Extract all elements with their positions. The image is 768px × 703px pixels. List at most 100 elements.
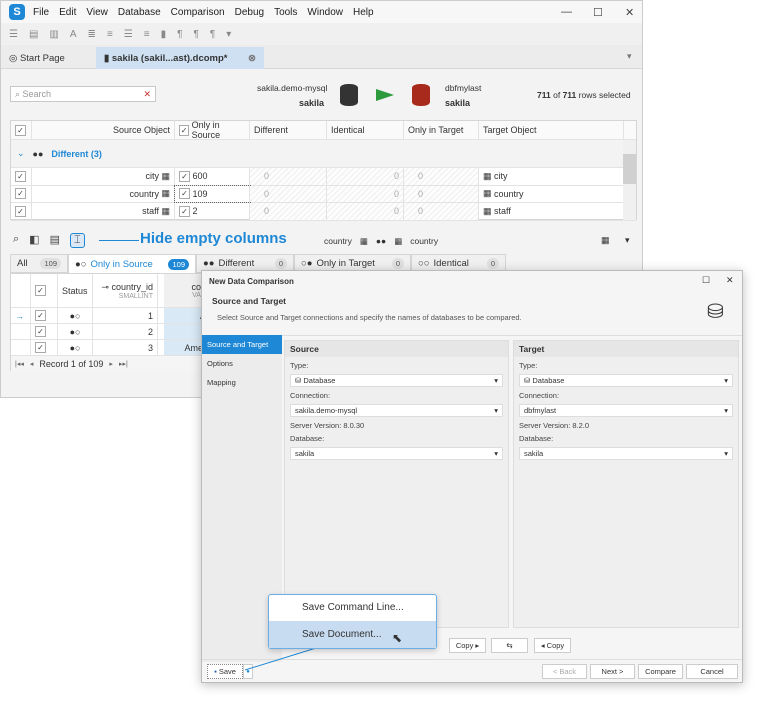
toolbar-icon[interactable]: ≣	[88, 29, 96, 40]
table-row[interactable]: ✓ city ▦ ✓ 600 0 0 0 ▦ city	[11, 168, 636, 186]
panel-icon[interactable]: ◧	[29, 233, 39, 248]
menu-item-save-document[interactable]: Save Document...	[269, 621, 436, 648]
record-checkbox[interactable]: ✓	[35, 326, 46, 337]
target-connection-select[interactable]: dbfmylast ▾	[519, 404, 733, 417]
close-tab-icon[interactable]: ⊗	[248, 53, 256, 64]
header-identical[interactable]: Identical	[327, 121, 404, 139]
toolbar-icon[interactable]: ≡	[144, 29, 150, 40]
collapse-chevron-icon[interactable]: ⌄	[17, 148, 25, 159]
select-value: sakila	[524, 449, 544, 458]
swap-button[interactable]: ⇆	[491, 638, 528, 653]
target-type-select[interactable]: ⛁ Database ▾	[519, 374, 733, 387]
source-type-select[interactable]: ⛁ Database ▾	[290, 374, 503, 387]
menu-comparison[interactable]: Comparison	[171, 7, 225, 18]
close-icon[interactable]: ✕	[625, 6, 634, 19]
toolbar-icon[interactable]: ¶	[210, 29, 215, 40]
server-version: Server Version: 8.2.0	[519, 421, 590, 430]
tab-list-chevron-icon[interactable]: ▾	[627, 51, 632, 62]
record-checkbox[interactable]: ✓	[35, 342, 46, 353]
nav-options[interactable]: Options	[202, 354, 282, 373]
menu-database[interactable]: Database	[118, 7, 161, 18]
record-row[interactable]: → ✓ ●○ 1 A	[11, 308, 211, 324]
menu-item-save-command-line[interactable]: Save Command Line...	[269, 595, 436, 621]
tab-comparison[interactable]: ▮ sakila (sakil...ast).dcomp* ⊗	[96, 47, 264, 69]
record-checkbox[interactable]: ✓	[35, 310, 46, 321]
header-different[interactable]: Different	[250, 121, 327, 139]
header-country-id[interactable]: ⊸ country_id SMALLINT	[93, 274, 158, 307]
only-source-checkbox[interactable]: ✓	[179, 205, 190, 217]
menu-help[interactable]: Help	[353, 7, 374, 18]
row-checkbox[interactable]: ✓	[15, 188, 26, 200]
toolbar-icon[interactable]: ¶	[177, 29, 182, 40]
save-button[interactable]: ▪ Save	[207, 664, 243, 679]
group-row[interactable]: ⌄ ●● Different (3)	[11, 140, 636, 168]
tab-label: All	[17, 258, 28, 269]
select-all-checkbox[interactable]: ✓	[15, 124, 26, 136]
row-checkbox[interactable]: ✓	[15, 170, 26, 182]
last-record-icon[interactable]: ▸▸|	[119, 360, 128, 368]
table-icon: ▦	[161, 205, 170, 216]
maximize-icon[interactable]: ☐	[702, 275, 710, 286]
header-only-in-source[interactable]: Only in Source	[192, 120, 245, 140]
vertical-scrollbar[interactable]	[623, 140, 636, 220]
next-record-icon[interactable]: ▸	[109, 360, 113, 368]
table-row[interactable]: ✓ staff ▦ ✓ 2 0 0 0 ▦ staff	[11, 203, 636, 221]
menu-window[interactable]: Window	[307, 7, 343, 18]
bookmark-icon[interactable]: ▮	[161, 29, 167, 40]
header-status[interactable]: Status	[58, 274, 93, 307]
cancel-button[interactable]: Cancel	[686, 664, 738, 679]
only-source-checkbox[interactable]: ✓	[179, 188, 190, 200]
toolbar-icon[interactable]: ☰	[9, 29, 18, 40]
record-row[interactable]: ✓ ●○ 3 Amer	[11, 340, 211, 356]
minimize-icon[interactable]: —	[561, 6, 572, 18]
next-button[interactable]: Next >	[590, 664, 635, 679]
toolbar-icon[interactable]: ¶	[193, 29, 198, 40]
select-all-records-checkbox[interactable]: ✓	[35, 285, 46, 296]
clear-search-icon[interactable]: ✕	[143, 89, 151, 100]
tab-all[interactable]: All 109	[10, 254, 68, 273]
copy-to-target-button[interactable]: Copy ▸	[449, 638, 486, 653]
search-input[interactable]: ⌕ Search ✕	[10, 86, 156, 102]
close-icon[interactable]: ✕	[726, 275, 734, 286]
columns-icon[interactable]: ▤	[50, 233, 60, 248]
toolbar-icon[interactable]: A	[70, 29, 77, 40]
source-database-select[interactable]: sakila ▾	[290, 447, 503, 460]
nav-mapping[interactable]: Mapping	[202, 373, 282, 392]
find-icon[interactable]: ⌕	[13, 233, 19, 248]
country-id: 1	[93, 308, 158, 323]
toolbar: ☰ ▤ ▥ A ≣ ≡ ☰ ≡ ▮ ¶ ¶ ¶ ▾	[1, 23, 642, 45]
toolbar-icon[interactable]: ≡	[107, 29, 113, 40]
chevron-down-icon[interactable]: ▾	[226, 29, 231, 40]
tab-only-in-source[interactable]: ●○ Only in Source 109	[68, 254, 196, 273]
compare-button[interactable]: Compare	[638, 664, 683, 679]
record-row[interactable]: ✓ ●○ 2	[11, 324, 211, 340]
toolbar-icon[interactable]: ☰	[124, 29, 133, 40]
tab-start-page[interactable]: ◎ Start Page	[1, 47, 95, 69]
header-target-object[interactable]: Target Object	[479, 121, 624, 139]
menu-file[interactable]: File	[33, 7, 49, 18]
grid-options-icon[interactable]: ▦	[601, 235, 610, 246]
first-record-icon[interactable]: |◂◂	[15, 360, 24, 368]
hide-empty-columns-button[interactable]: ⌶	[69, 233, 85, 248]
toolbar-icon[interactable]: ▥	[49, 29, 58, 40]
maximize-icon[interactable]: ☐	[593, 6, 603, 19]
table-row[interactable]: ✓ country ▦ ✓ 109 0 0 0 ▦ country	[11, 184, 636, 203]
header-only-in-target[interactable]: Only in Target	[404, 121, 479, 139]
back-button[interactable]: < Back	[542, 664, 587, 679]
only-source-checkbox[interactable]: ✓	[179, 170, 190, 182]
header-source-object[interactable]: Source Object	[32, 121, 175, 139]
detail-toolbar: ⌕ ◧ ▤ ⌶	[13, 233, 85, 248]
only-source-checkbox[interactable]: ✓	[179, 124, 190, 136]
toolbar-icon[interactable]: ▤	[29, 29, 38, 40]
menu-edit[interactable]: Edit	[59, 7, 76, 18]
menu-debug[interactable]: Debug	[235, 7, 264, 18]
copy-to-source-button[interactable]: ◂ Copy	[534, 638, 571, 653]
chevron-down-icon[interactable]: ▾	[625, 235, 630, 246]
menu-tools[interactable]: Tools	[274, 7, 297, 18]
menu-view[interactable]: View	[86, 7, 108, 18]
nav-source-and-target[interactable]: Source and Target	[202, 335, 282, 354]
row-checkbox[interactable]: ✓	[15, 205, 26, 217]
target-database-select[interactable]: sakila ▾	[519, 447, 733, 460]
source-connection-select[interactable]: sakila.demo-mysql ▾	[290, 404, 503, 417]
prev-record-icon[interactable]: ◂	[30, 360, 34, 368]
